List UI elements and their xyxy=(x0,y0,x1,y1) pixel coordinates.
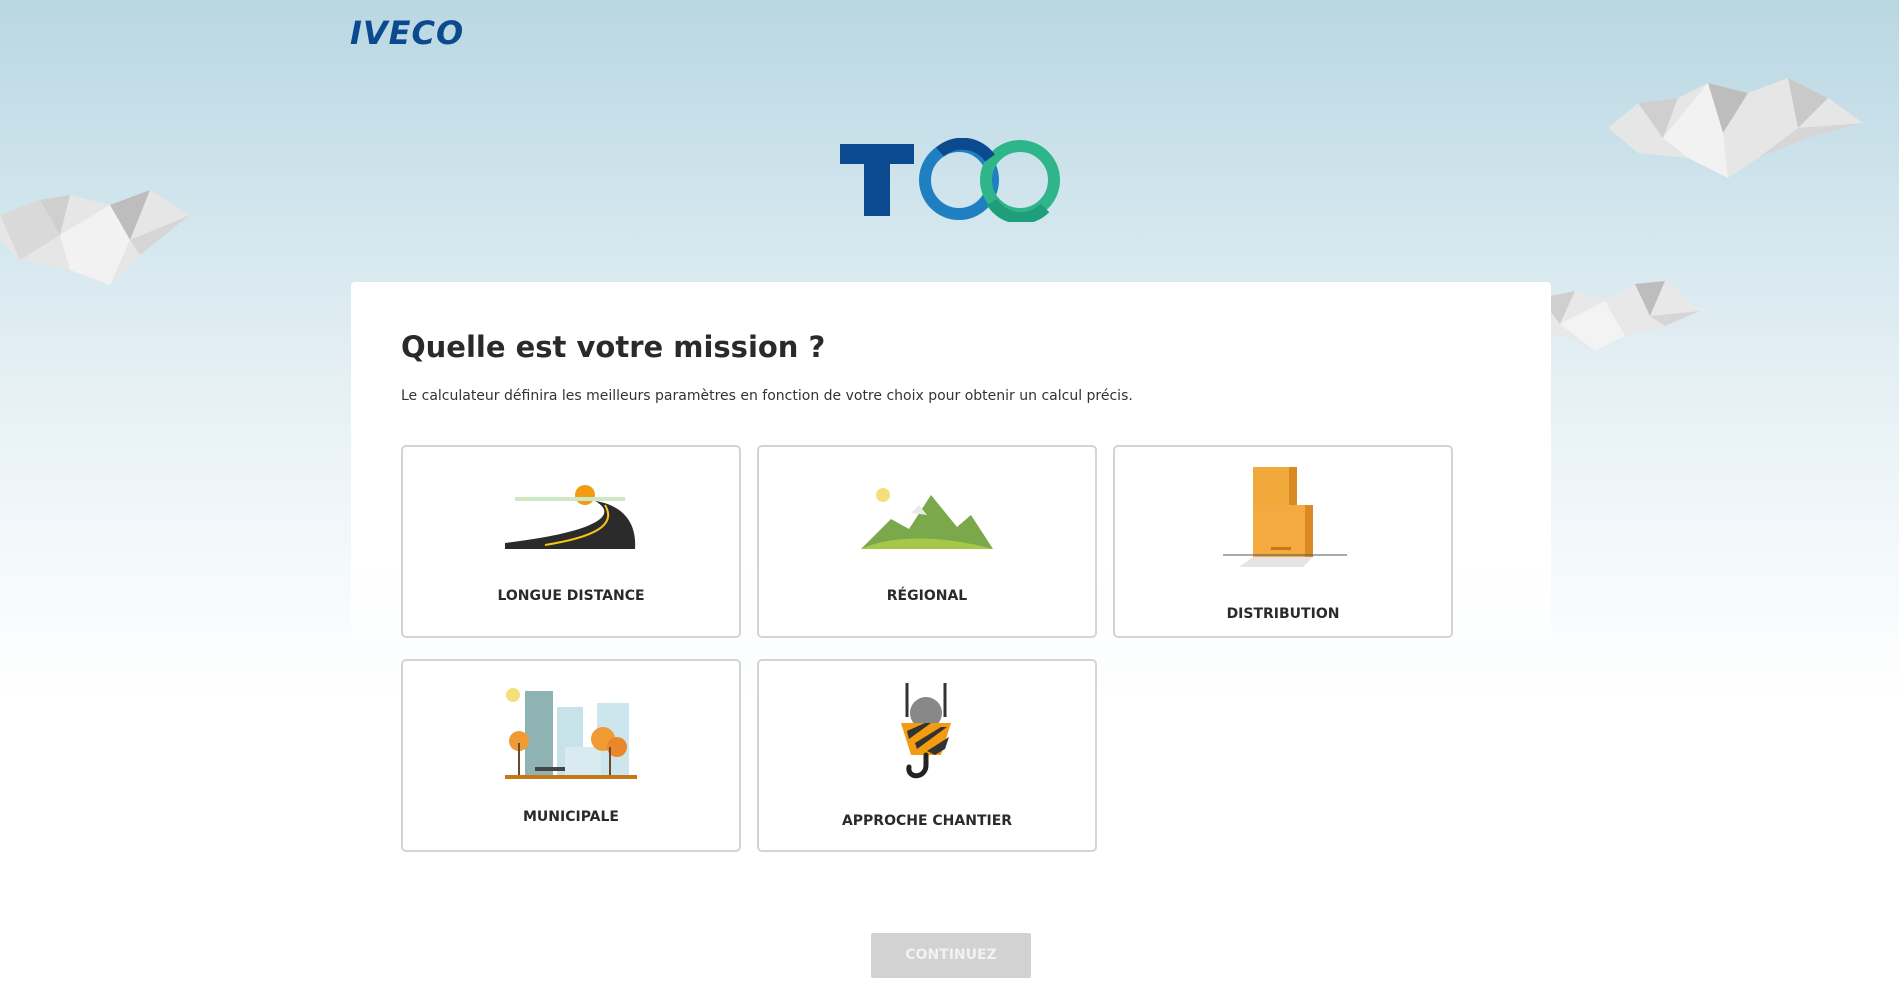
road-icon xyxy=(505,485,636,549)
mission-option-regional[interactable]: RÉGIONAL xyxy=(757,445,1097,638)
hills-icon xyxy=(861,488,993,549)
mission-option-longue-distance[interactable]: LONGUE DISTANCE xyxy=(401,445,741,638)
mission-option-approche-chantier[interactable]: APPROCHE CHANTIER xyxy=(757,659,1097,852)
mission-option-municipale[interactable]: MUNICIPALE xyxy=(401,659,741,852)
mission-option-label: APPROCHE CHANTIER xyxy=(841,813,1013,829)
mission-option-label: DISTRIBUTION xyxy=(1226,606,1340,622)
page-description: Le calculateur définira les meilleurs pa… xyxy=(401,388,1133,404)
mission-option-distribution[interactable]: DISTRIBUTION xyxy=(1113,445,1453,638)
mission-option-label: LONGUE DISTANCE xyxy=(497,588,645,604)
page-title: Quelle est votre mission ? xyxy=(401,330,826,364)
city-icon xyxy=(505,688,637,779)
iveco-logo: IVECO xyxy=(350,14,465,52)
tco-logo xyxy=(840,138,1060,222)
mission-option-label: RÉGIONAL xyxy=(886,588,968,604)
boxes-icon xyxy=(1223,467,1347,567)
cloud-right-top-decoration xyxy=(1608,78,1863,178)
cloud-left-decoration xyxy=(0,190,190,285)
mission-option-label: MUNICIPALE xyxy=(522,809,619,825)
crane-hook-icon xyxy=(901,683,951,779)
continue-button[interactable]: CONTINUEZ xyxy=(871,933,1031,978)
